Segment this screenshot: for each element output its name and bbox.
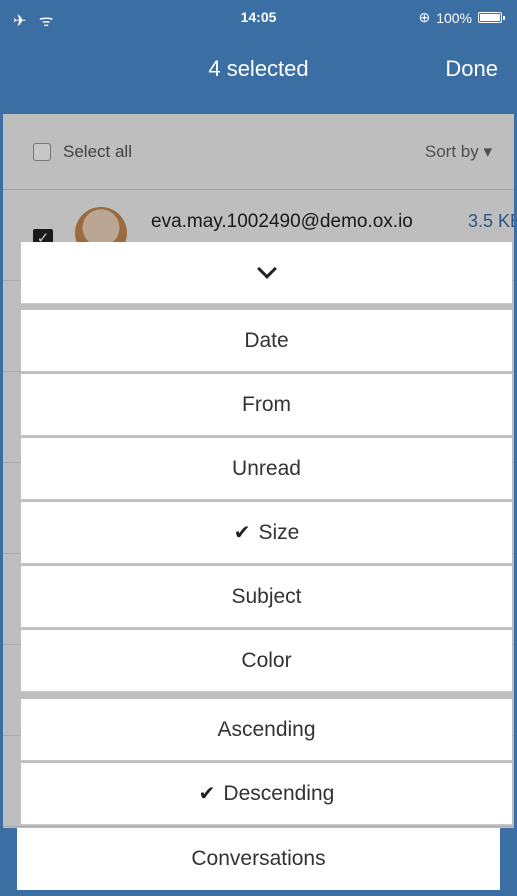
checkmark-icon: ✔ [198, 783, 216, 805]
sort-option-subject[interactable]: Subject [21, 566, 512, 628]
sort-option-label: Date [244, 328, 289, 352]
sort-option-label: Subject [231, 584, 302, 608]
sort-option-unread[interactable]: Unread [21, 438, 512, 500]
header-bar: 4 selected Done [3, 36, 514, 114]
battery-status: ⊕ 100% [418, 9, 505, 26]
conversations-bar: Conversations [3, 828, 514, 896]
app-frame: ✈ ᯤ 14:05 ⊕ 100% 4 selected Done Select … [0, 0, 517, 896]
done-button[interactable]: Done [445, 56, 498, 82]
sort-option-label: Ascending [217, 717, 316, 741]
sort-option-date[interactable]: Date [21, 310, 512, 372]
sort-option-label: From [242, 392, 291, 416]
sort-option-label: Unread [232, 456, 301, 480]
conversations-toggle[interactable]: Conversations [17, 828, 500, 890]
collapse-sheet-button[interactable] [21, 242, 512, 304]
orientation-lock-icon: ⊕ [418, 9, 431, 25]
selection-count: 4 selected [208, 56, 309, 81]
chevron-down-icon [256, 258, 277, 279]
battery-icon [478, 12, 505, 23]
sort-option-color[interactable]: Color [21, 630, 512, 692]
checkmark-icon: ✔ [233, 522, 251, 544]
sort-option-label: Descending [223, 781, 335, 805]
sort-order-ascending[interactable]: Ascending [21, 699, 512, 761]
sort-option-from[interactable]: From [21, 374, 512, 436]
sort-option-label: Color [241, 648, 292, 672]
sort-option-label: Size [258, 520, 300, 544]
status-bar: ✈ ᯤ 14:05 ⊕ 100% [3, 0, 514, 36]
conversations-label: Conversations [191, 847, 326, 870]
battery-percent: 100% [436, 9, 472, 26]
sort-order-descending[interactable]: ✔ Descending [21, 763, 512, 825]
sort-option-size[interactable]: ✔ Size [21, 502, 512, 564]
